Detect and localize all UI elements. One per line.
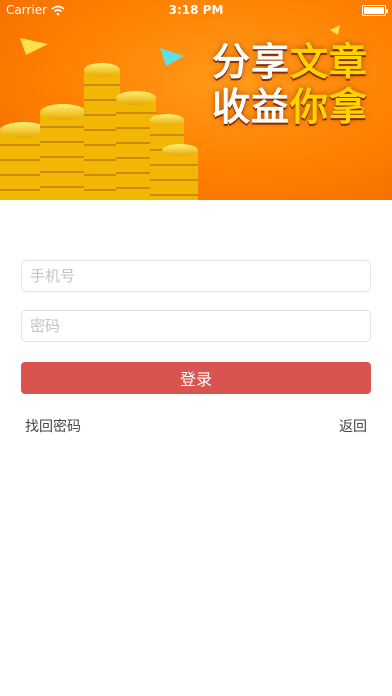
coin-stack-3 bbox=[84, 63, 120, 200]
banner-slogan: 分享文章 收益你拿 bbox=[212, 40, 382, 130]
battery-level bbox=[364, 6, 384, 14]
coin-stack-6 bbox=[162, 144, 198, 200]
slogan-yours: 你拿 bbox=[290, 85, 369, 129]
password-input[interactable] bbox=[21, 310, 371, 342]
confetti-yellow bbox=[20, 38, 48, 55]
phone-input[interactable] bbox=[21, 260, 371, 292]
promo-banner: 分享文章 收益你拿 bbox=[0, 0, 392, 200]
coin-stack-2 bbox=[40, 104, 86, 200]
login-form: 登录 找回密码 返回 bbox=[21, 260, 371, 436]
slogan-article: 文章 bbox=[290, 40, 369, 84]
login-button[interactable]: 登录 bbox=[21, 362, 371, 394]
confetti-small bbox=[330, 25, 340, 35]
forgot-password-link[interactable]: 找回密码 bbox=[25, 416, 81, 436]
status-bar: Carrier 3:18 PM bbox=[0, 0, 392, 20]
battery-icon bbox=[362, 4, 388, 16]
carrier-label: Carrier bbox=[6, 3, 48, 17]
back-link[interactable]: 返回 bbox=[339, 416, 367, 436]
confetti-cyan bbox=[160, 48, 184, 66]
slogan-share: 分享 bbox=[212, 40, 291, 84]
wifi-icon bbox=[51, 5, 65, 15]
auth-links: 找回密码 返回 bbox=[21, 416, 371, 436]
slogan-earnings: 收益 bbox=[212, 85, 291, 129]
status-time: 3:18 PM bbox=[168, 3, 224, 17]
